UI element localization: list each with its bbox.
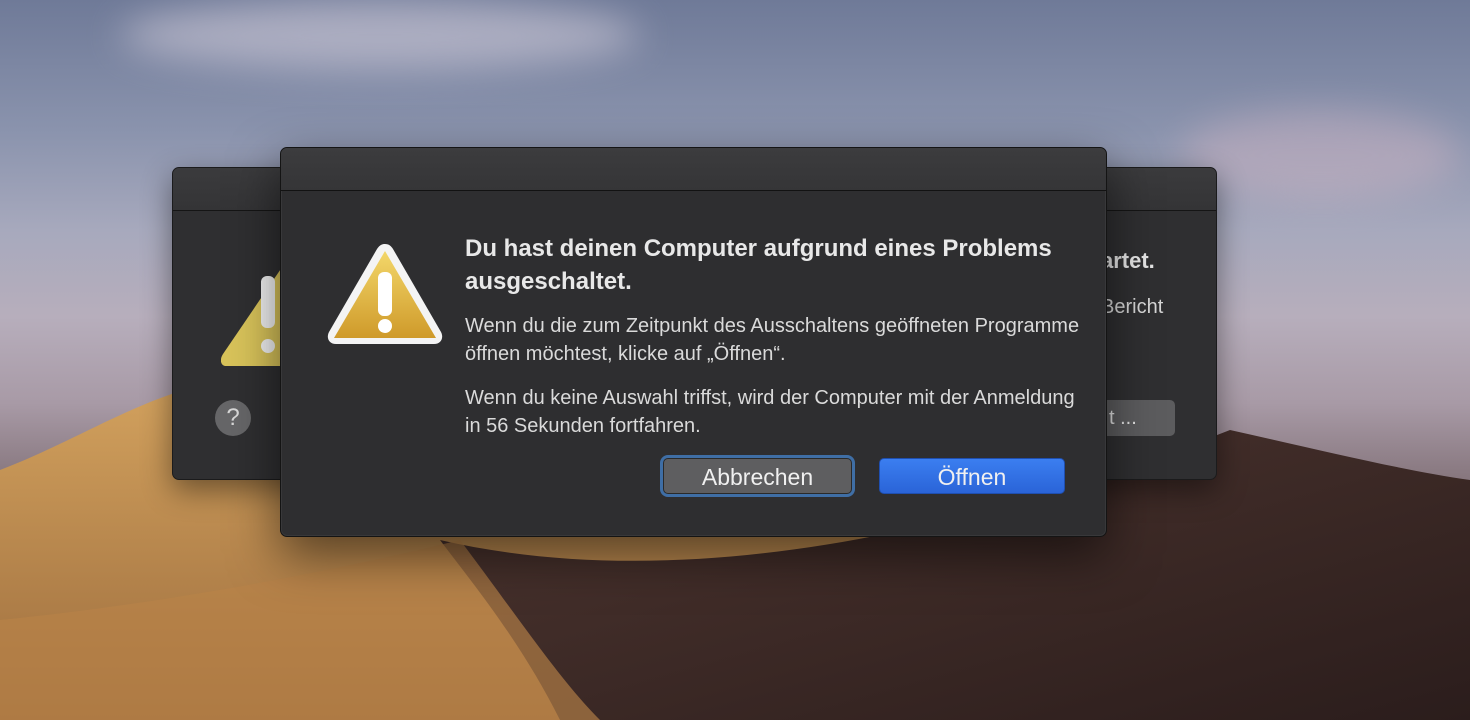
dialog-message-open-apps: Wenn du die zum Zeitpunkt des Ausschalte… <box>465 315 1080 365</box>
background-dialog-text-fragment: Bericht <box>1101 296 1164 318</box>
dialog-title: Du hast deinen Computer aufgrund eines P… <box>465 235 1052 295</box>
open-button[interactable]: Öffnen <box>879 458 1065 494</box>
dialog-message-countdown: Wenn du keine Auswahl triffst, wird der … <box>465 387 1075 437</box>
cancel-button[interactable]: Abbrechen <box>663 458 852 494</box>
warning-icon <box>327 244 443 344</box>
background-dialog-title-fragment: artet. <box>1101 248 1155 273</box>
restart-alert-dialog: Du hast deinen Computer aufgrund eines P… <box>280 147 1107 537</box>
dialog-titlebar <box>281 148 1106 191</box>
help-button[interactable]: ? <box>215 400 251 436</box>
desktop-background: ? artet. Bericht t ... Du hast deinen Co… <box>0 0 1470 720</box>
